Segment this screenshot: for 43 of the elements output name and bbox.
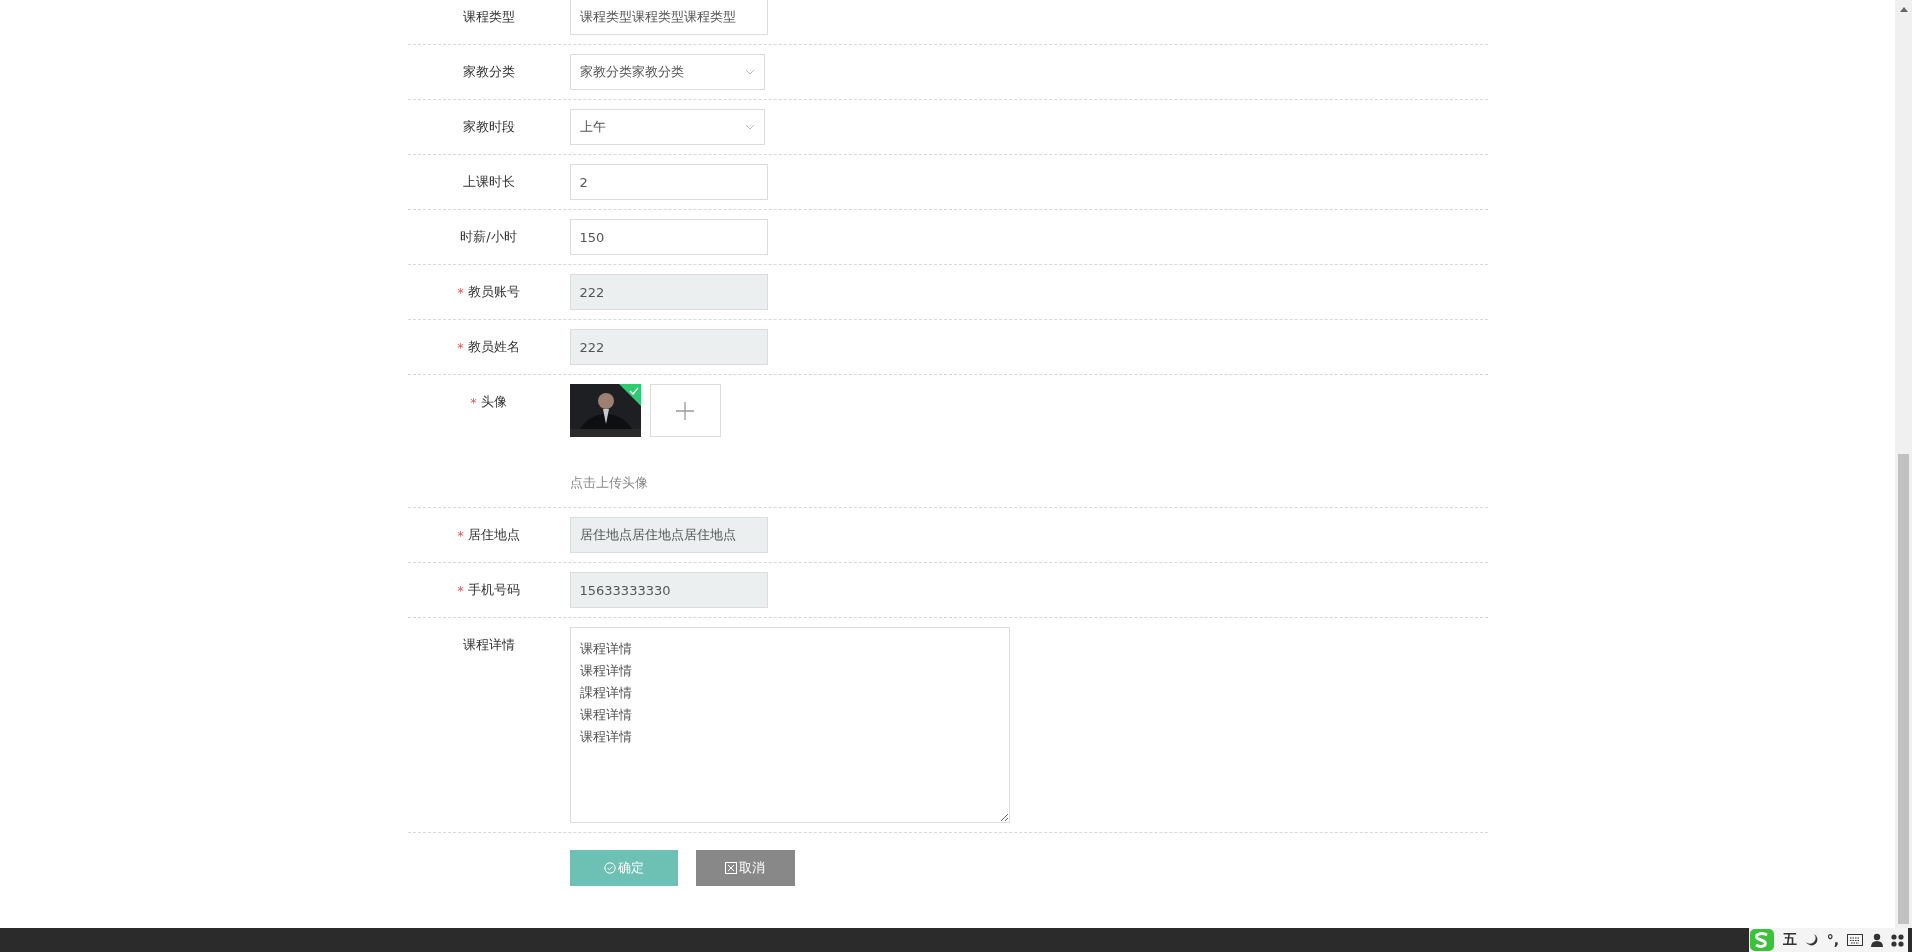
required-mark: * xyxy=(457,339,464,355)
field-label: 课程类型 xyxy=(462,8,515,26)
chevron-down-icon xyxy=(744,69,755,75)
select-field[interactable]: 家教分类家教分类 xyxy=(569,54,765,90)
punctuation-text[interactable]: °, xyxy=(1826,932,1839,948)
select-field[interactable]: 上午 xyxy=(569,109,765,145)
field-label: 居住地点 xyxy=(467,526,520,544)
required-mark: * xyxy=(457,284,464,300)
field-label: 家教分类 xyxy=(462,63,515,81)
field-label: 上课时长 xyxy=(462,173,515,191)
field-label: 课程详情 xyxy=(462,636,515,654)
cancel-button[interactable]: 取消 xyxy=(695,850,795,886)
field-label: 头像 xyxy=(480,393,507,411)
plus-icon xyxy=(676,401,694,420)
ime-logo-icon[interactable] xyxy=(1748,928,1775,952)
scrollbar[interactable] xyxy=(1895,0,1912,928)
person-icon[interactable] xyxy=(1871,933,1883,947)
input-field[interactable]: 150 xyxy=(569,219,768,255)
input-field[interactable]: 居住地点居住地点居住地点 xyxy=(569,517,768,553)
keyboard-icon[interactable] xyxy=(1847,934,1863,946)
field-label: 时薪/小时 xyxy=(460,228,517,246)
field-label: 家教时段 xyxy=(462,118,515,136)
field-label: 教员账号 xyxy=(467,283,520,301)
input-field[interactable]: 222 xyxy=(569,274,768,310)
input-field[interactable]: 15633333330 xyxy=(569,572,768,608)
moon-icon[interactable] xyxy=(1804,933,1819,947)
close-square-icon xyxy=(725,862,737,874)
input-field[interactable]: 课程类型课程类型课程类型 xyxy=(569,0,768,35)
upload-hint: 点击上传头像 xyxy=(569,474,649,492)
input-field[interactable]: 2 xyxy=(569,164,768,200)
field-label: 手机号码 xyxy=(467,581,520,599)
required-mark: * xyxy=(457,527,464,543)
scrollbar-thumb[interactable] xyxy=(1898,454,1909,924)
chevron-down-icon xyxy=(744,124,755,130)
textarea-field[interactable]: 课程详情 课程详情 課程详情 课程详情 课程详情 xyxy=(569,627,1010,823)
required-mark: * xyxy=(470,394,477,410)
ime-mode-text[interactable]: 五 xyxy=(1782,931,1797,949)
grid-icon[interactable] xyxy=(1891,933,1904,947)
field-label: 教员姓名 xyxy=(467,338,520,356)
check-circle-icon xyxy=(603,862,616,874)
input-field[interactable]: 222 xyxy=(569,329,768,365)
scroll-up-icon[interactable] xyxy=(1899,6,1908,12)
required-mark: * xyxy=(457,582,464,598)
